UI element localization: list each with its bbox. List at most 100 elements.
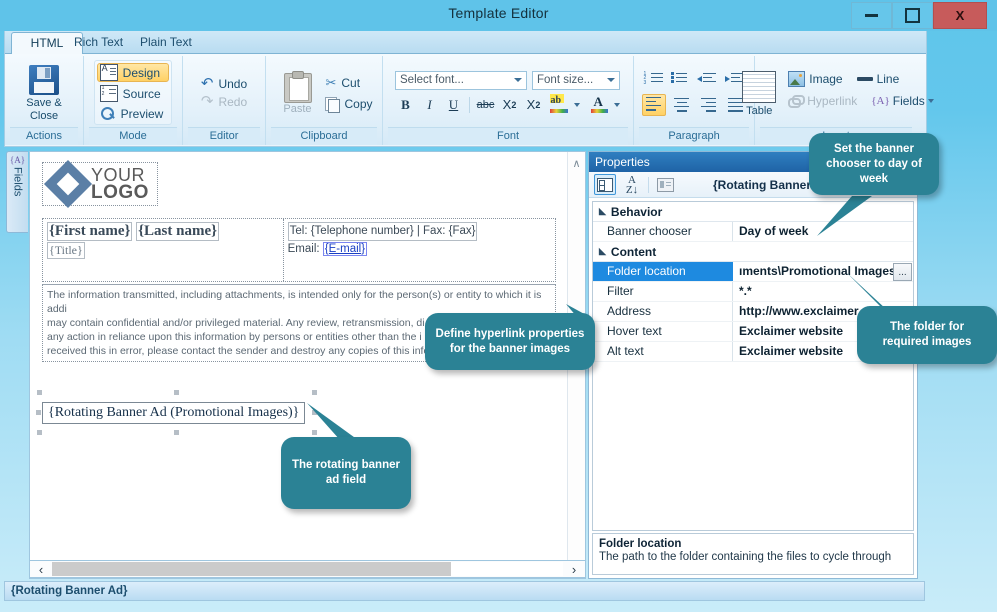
properties-panel: Properties A Z↓ {Rotating Banner Ad} ◣ Be… (588, 151, 918, 579)
save-and-close-button[interactable]: Save & Close (16, 62, 72, 123)
property-value-banner-chooser[interactable]: Day of week (733, 222, 913, 241)
properties-grid[interactable]: ◣ Behavior Banner chooser Day of week ◣ … (592, 201, 914, 531)
sidebar-item-fields[interactable]: {A} Fields (6, 151, 28, 233)
redo-button[interactable]: ↷ Redo (201, 94, 247, 109)
resize-handle-ml[interactable] (36, 410, 41, 415)
close-button[interactable]: X (933, 2, 987, 29)
table-row[interactable]: Banner chooser Day of week (593, 222, 913, 242)
copy-button[interactable]: Copy (325, 96, 373, 113)
font-color-button[interactable]: A (587, 94, 611, 115)
ribbon-group-editor: ↶ Undo ↷ Redo Editor (183, 56, 266, 145)
property-category-behavior[interactable]: ◣ Behavior (593, 202, 913, 222)
signature-table[interactable]: {First name} {Last name} {Title} Tel: {T… (42, 218, 556, 282)
hyperlink-callout: Define hyperlink properties for the bann… (425, 313, 595, 370)
superscript-button[interactable]: X2 (523, 95, 544, 115)
paste-button[interactable]: Paste (275, 70, 319, 115)
resize-handle-bl[interactable] (37, 430, 42, 435)
bold-button[interactable]: B (395, 95, 416, 115)
resize-handle-tc[interactable] (173, 390, 179, 395)
property-name-folder-location: Folder location (593, 262, 733, 281)
logo-placeholder[interactable]: YOUR LOGO (42, 159, 158, 209)
resize-handle-br[interactable] (312, 430, 318, 435)
decrease-indent-button[interactable] (696, 70, 719, 90)
property-value-filter[interactable]: *.* (733, 282, 913, 301)
highlight-color-button[interactable]: ab (547, 94, 571, 115)
property-category-content[interactable]: ◣ Content (593, 242, 913, 262)
cut-button[interactable]: ✂ Cut (325, 75, 372, 91)
fields-button[interactable]: {A} Fields (871, 94, 934, 108)
font-size-select[interactable]: Font size... (532, 70, 620, 90)
field-last-name[interactable]: {Last name} (136, 222, 220, 241)
scroll-left-button[interactable]: ‹ (30, 562, 52, 577)
minimize-button[interactable] (851, 2, 892, 29)
mode-preview-button[interactable]: Preview (97, 105, 170, 122)
signature-right-cell[interactable]: Tel: {Telephone number} | Fax: {Fax} Ema… (284, 219, 555, 281)
collapse-triangle-icon[interactable]: ◣ (599, 206, 606, 217)
ribbon-group-font: Select font... Font size... B I U abc X … (383, 56, 634, 145)
group-label-mode: Mode (89, 127, 177, 145)
window-title: Template Editor (448, 5, 549, 21)
subscript-button[interactable]: X2 (499, 95, 520, 115)
help-title: Folder location (599, 538, 682, 550)
tab-rich-text[interactable]: Rich Text (63, 32, 134, 53)
table-row[interactable]: Folder location ıments\Promotional Image… (593, 262, 913, 282)
mode-design-button[interactable]: Design (96, 63, 170, 82)
highlight-chevron-down-icon[interactable] (574, 102, 580, 107)
sidebar-item-label: Fields (11, 167, 24, 197)
maximize-button[interactable] (892, 2, 933, 29)
help-description: The path to the folder containing the fi… (599, 551, 892, 563)
field-telephone-line[interactable]: Tel: {Telephone number} | Fax: {Fax} (287, 222, 478, 241)
callout-text: The rotating banner ad field (292, 459, 400, 486)
property-pages-button[interactable] (655, 175, 675, 194)
divider (469, 96, 470, 113)
font-family-select[interactable]: Select font... (395, 70, 527, 90)
collapse-triangle-icon[interactable]: ◣ (599, 246, 606, 257)
hscroll-track[interactable] (52, 562, 563, 576)
categorized-view-button[interactable] (594, 174, 616, 195)
field-first-name[interactable]: {First name} (47, 222, 133, 241)
hscroll-thumb[interactable] (52, 562, 451, 576)
banner-chooser-callout: Set the banner chooser to day of week (809, 133, 939, 195)
mode-design-label: Design (122, 65, 161, 80)
font-color-chevron-down-icon[interactable] (614, 102, 620, 107)
resize-handle-tl[interactable] (37, 390, 42, 395)
resize-handle-tr[interactable] (312, 390, 318, 395)
mode-source-button[interactable]: Source (97, 84, 170, 103)
field-email[interactable]: {E-mail} (322, 242, 368, 256)
undo-button[interactable]: ↶ Undo (201, 76, 247, 91)
fields-chevron-down-icon[interactable] (927, 98, 934, 103)
property-value-folder-location[interactable]: ıments\Promotional Images ... (733, 262, 913, 281)
image-button[interactable]: Image (788, 70, 843, 87)
strikethrough-button[interactable]: abc (475, 95, 496, 115)
table-row[interactable]: Filter *.* (593, 282, 913, 302)
field-title[interactable]: {Title} (47, 242, 85, 259)
cut-label: Cut (341, 75, 361, 90)
field-rotating-banner-ad[interactable]: {Rotating Banner Ad (Promotional Images)… (42, 402, 306, 424)
align-center-button[interactable] (671, 95, 693, 115)
italic-button[interactable]: I (419, 95, 440, 115)
mode-preview-label: Preview (120, 106, 164, 121)
paste-label: Paste (283, 102, 312, 115)
resize-handle-bc[interactable] (173, 430, 179, 435)
align-left-button[interactable] (641, 93, 666, 116)
numbered-list-button[interactable]: 123 (643, 70, 665, 90)
bulleted-list-button[interactable] (670, 70, 692, 90)
scissors-icon: ✂ (325, 74, 337, 90)
table-button[interactable]: Table (738, 70, 780, 117)
font-size-value: Font size... (537, 74, 594, 86)
rotating-banner-field-wrapper: {Rotating Banner Ad (Promotional Images)… (36, 390, 318, 435)
alphabetical-sort-button[interactable]: A Z↓ (622, 174, 642, 195)
hyperlink-button[interactable]: Hyperlink (788, 94, 857, 108)
scroll-up-button[interactable]: ∧ (568, 155, 585, 172)
font-color-icon: A (590, 94, 609, 114)
align-right-button[interactable] (698, 95, 720, 115)
browse-folder-button[interactable]: ... (893, 263, 912, 281)
editor-horizontal-scrollbar[interactable]: ‹ › (29, 560, 586, 578)
category-label: Behavior (610, 204, 663, 219)
underline-button[interactable]: U (443, 95, 464, 115)
scroll-right-button[interactable]: › (563, 562, 585, 577)
resize-handle-mr[interactable] (312, 410, 318, 415)
tab-plain-text[interactable]: Plain Text (129, 32, 203, 53)
line-button[interactable]: Line (856, 71, 899, 87)
signature-left-cell[interactable]: {First name} {Last name} {Title} (43, 219, 284, 281)
